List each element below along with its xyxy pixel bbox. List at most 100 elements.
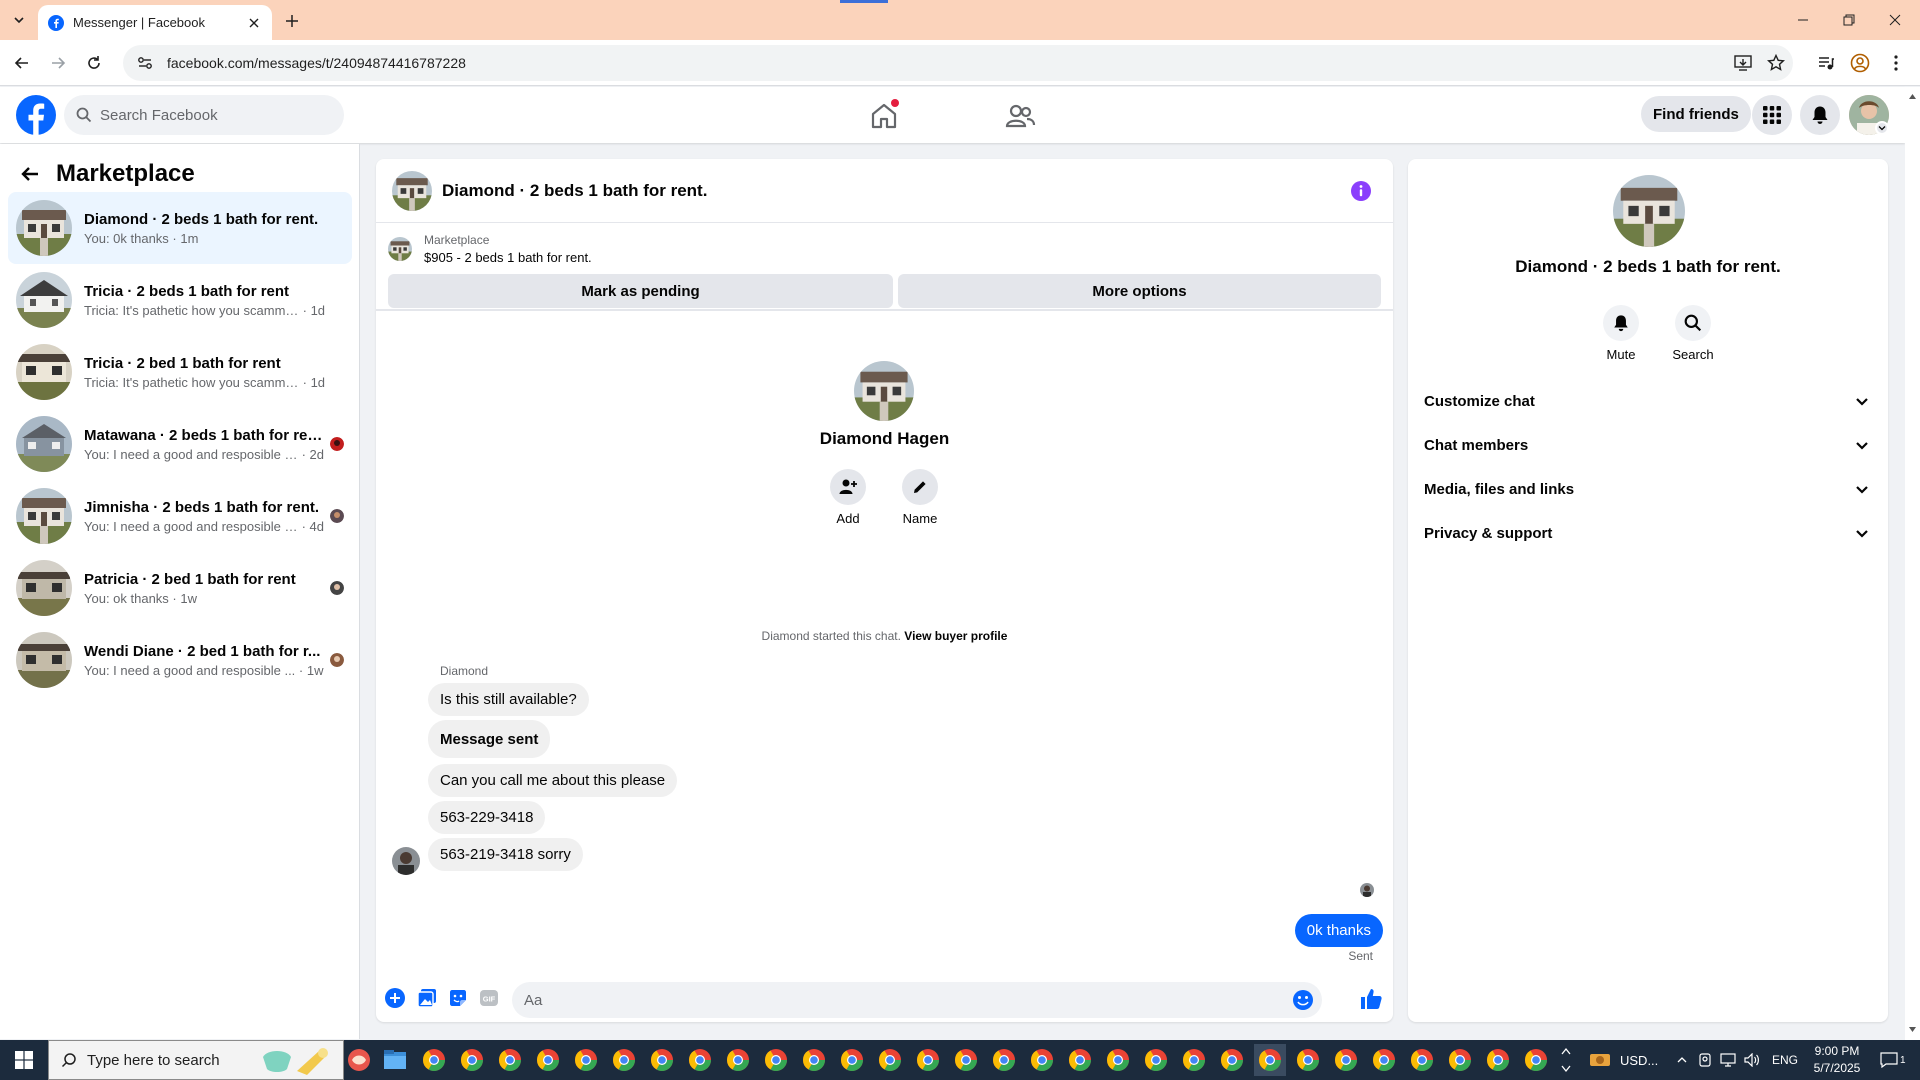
privacy-support-section[interactable]: Privacy & support bbox=[1416, 511, 1880, 555]
info-icon[interactable] bbox=[1351, 181, 1371, 201]
more-options-button[interactable]: More options bbox=[898, 274, 1381, 308]
chrome-icon[interactable] bbox=[646, 1044, 678, 1076]
mark-as-pending-button[interactable]: Mark as pending bbox=[388, 274, 893, 308]
chrome-icon[interactable] bbox=[1482, 1044, 1514, 1076]
chrome-icon[interactable] bbox=[684, 1044, 716, 1076]
address-bar[interactable]: facebook.com/messages/t/2409487441678722… bbox=[123, 45, 1793, 81]
conversation-item[interactable]: Jimnisha · 2 beds 1 bath for rent. You: … bbox=[8, 480, 352, 552]
browser-tab-messenger[interactable]: Messenger | Facebook bbox=[38, 5, 272, 40]
chrome-icon[interactable] bbox=[608, 1044, 640, 1076]
windows-start-icon[interactable] bbox=[0, 1040, 48, 1080]
listing-price[interactable]: $905 - 2 beds 1 bath for rent. bbox=[424, 250, 592, 265]
chrome-icon[interactable] bbox=[1444, 1044, 1476, 1076]
browser-menu-kebab-icon[interactable] bbox=[1884, 51, 1908, 75]
chrome-icon[interactable] bbox=[912, 1044, 944, 1076]
bookmark-star-icon[interactable] bbox=[1764, 51, 1788, 75]
find-friends-button[interactable]: Find friends bbox=[1641, 96, 1751, 132]
weather-text[interactable]: USD... bbox=[1620, 1040, 1658, 1080]
chrome-icon[interactable] bbox=[1064, 1044, 1096, 1076]
taskbar-search-input[interactable] bbox=[87, 1051, 267, 1069]
chrome-icon[interactable] bbox=[1292, 1044, 1324, 1076]
emoji-icon[interactable] bbox=[1292, 989, 1314, 1011]
chrome-icon[interactable] bbox=[494, 1044, 526, 1076]
close-window-icon[interactable] bbox=[1872, 0, 1918, 40]
back-arrow-icon[interactable] bbox=[16, 160, 44, 188]
message-bubble[interactable]: Is this still available? bbox=[428, 683, 589, 716]
chrome-icon[interactable] bbox=[1178, 1044, 1210, 1076]
chrome-icon[interactable] bbox=[798, 1044, 830, 1076]
chrome-icon[interactable] bbox=[760, 1044, 792, 1076]
notification-center-icon[interactable]: 1 bbox=[1880, 1040, 1906, 1080]
search-action[interactable]: Search bbox=[1663, 305, 1723, 362]
chrome-icon[interactable] bbox=[1406, 1044, 1438, 1076]
mute-action[interactable]: Mute bbox=[1591, 305, 1651, 362]
new-tab-plus-icon[interactable] bbox=[280, 9, 304, 33]
message-bubble[interactable]: Message sent bbox=[428, 720, 551, 758]
chrome-icon[interactable] bbox=[722, 1044, 754, 1076]
conversation-item[interactable]: Tricia · 2 bed 1 bath for rent Tricia: I… bbox=[8, 336, 352, 408]
friends-icon[interactable] bbox=[1004, 100, 1036, 132]
facebook-search-input[interactable] bbox=[100, 106, 330, 124]
customize-chat-section[interactable]: Customize chat bbox=[1416, 379, 1880, 423]
gif-icon[interactable]: GIF bbox=[478, 987, 500, 1009]
back-arrow-icon[interactable] bbox=[10, 51, 34, 75]
file-explorer-icon[interactable] bbox=[379, 1044, 411, 1076]
chrome-icon[interactable] bbox=[570, 1044, 602, 1076]
listing-thumbnail[interactable] bbox=[388, 237, 412, 261]
site-settings-icon[interactable] bbox=[135, 53, 155, 73]
chrome-icon[interactable] bbox=[874, 1044, 906, 1076]
minimize-window-icon[interactable] bbox=[1780, 0, 1826, 40]
chrome-icon[interactable] bbox=[456, 1044, 488, 1076]
conversation-item[interactable]: Diamond · 2 beds 1 bath for rent. You: 0… bbox=[8, 192, 352, 264]
chrome-icon-active[interactable] bbox=[1254, 1044, 1286, 1076]
chrome-icon[interactable] bbox=[1026, 1044, 1058, 1076]
message-bubble[interactable]: 563-229-3418 bbox=[428, 801, 546, 834]
chrome-icon[interactable] bbox=[1102, 1044, 1134, 1076]
network-icon[interactable] bbox=[1720, 1040, 1736, 1080]
chrome-icon[interactable] bbox=[418, 1044, 450, 1076]
chat-title[interactable]: Diamond · 2 beds 1 bath for rent. bbox=[442, 181, 707, 201]
weather-icon[interactable] bbox=[1584, 1044, 1616, 1076]
thumbs-up-icon[interactable] bbox=[1359, 987, 1383, 1011]
sticker-icon[interactable] bbox=[447, 987, 469, 1009]
conversation-item[interactable]: Matawana · 2 beds 1 bath for rent. You: … bbox=[8, 408, 352, 480]
chat-members-section[interactable]: Chat members bbox=[1416, 423, 1880, 467]
taskbar-scroll-arrows-icon[interactable] bbox=[1556, 1044, 1576, 1076]
notifications-button[interactable] bbox=[1800, 95, 1840, 135]
chrome-icon[interactable] bbox=[836, 1044, 868, 1076]
close-tab-icon[interactable] bbox=[246, 15, 262, 31]
name-action[interactable]: Name bbox=[890, 469, 950, 526]
conversation-item[interactable]: Tricia · 2 beds 1 bath for rent Tricia: … bbox=[8, 264, 352, 336]
chrome-icon[interactable] bbox=[532, 1044, 564, 1076]
reload-icon[interactable] bbox=[82, 51, 106, 75]
media-controls-icon[interactable] bbox=[1814, 51, 1838, 75]
chat-thumbnail[interactable] bbox=[392, 171, 432, 211]
plus-circle-icon[interactable] bbox=[384, 987, 406, 1009]
taskbar-search-box[interactable] bbox=[48, 1040, 344, 1080]
message-input[interactable] bbox=[524, 991, 1284, 1009]
chrome-icon[interactable] bbox=[1330, 1044, 1362, 1076]
menu-grid-button[interactable] bbox=[1752, 95, 1792, 135]
chrome-icon[interactable] bbox=[950, 1044, 982, 1076]
chrome-icon[interactable] bbox=[1520, 1044, 1552, 1076]
photo-icon[interactable] bbox=[416, 987, 438, 1009]
view-buyer-profile-link[interactable]: View buyer profile bbox=[904, 629, 1007, 643]
system-clock[interactable]: 9:00 PM 5/7/2025 bbox=[1794, 1043, 1880, 1077]
facebook-search-box[interactable] bbox=[64, 95, 344, 135]
chrome-icon[interactable] bbox=[1216, 1044, 1248, 1076]
taskbar-app-icon[interactable] bbox=[343, 1044, 375, 1076]
chrome-icon[interactable] bbox=[1140, 1044, 1172, 1076]
message-bubble[interactable]: Can you call me about this please bbox=[428, 764, 678, 797]
message-input-box[interactable] bbox=[512, 982, 1322, 1018]
my-message-bubble[interactable]: 0k thanks bbox=[1294, 914, 1383, 947]
add-action[interactable]: Add bbox=[818, 469, 878, 526]
profile-icon[interactable] bbox=[1848, 51, 1872, 75]
buyer-avatar[interactable] bbox=[854, 361, 914, 421]
conversation-item[interactable]: Wendi Diane · 2 bed 1 bath for r... You:… bbox=[8, 624, 352, 696]
conversation-item[interactable]: Patricia · 2 bed 1 bath for rent You: ok… bbox=[8, 552, 352, 624]
message-bubble[interactable]: 563-219-3418 sorry bbox=[428, 838, 583, 871]
camera-icon[interactable] bbox=[1698, 1040, 1712, 1080]
restore-window-icon[interactable] bbox=[1826, 0, 1872, 40]
chrome-icon[interactable] bbox=[988, 1044, 1020, 1076]
page-scrollbar[interactable] bbox=[1905, 87, 1920, 1040]
